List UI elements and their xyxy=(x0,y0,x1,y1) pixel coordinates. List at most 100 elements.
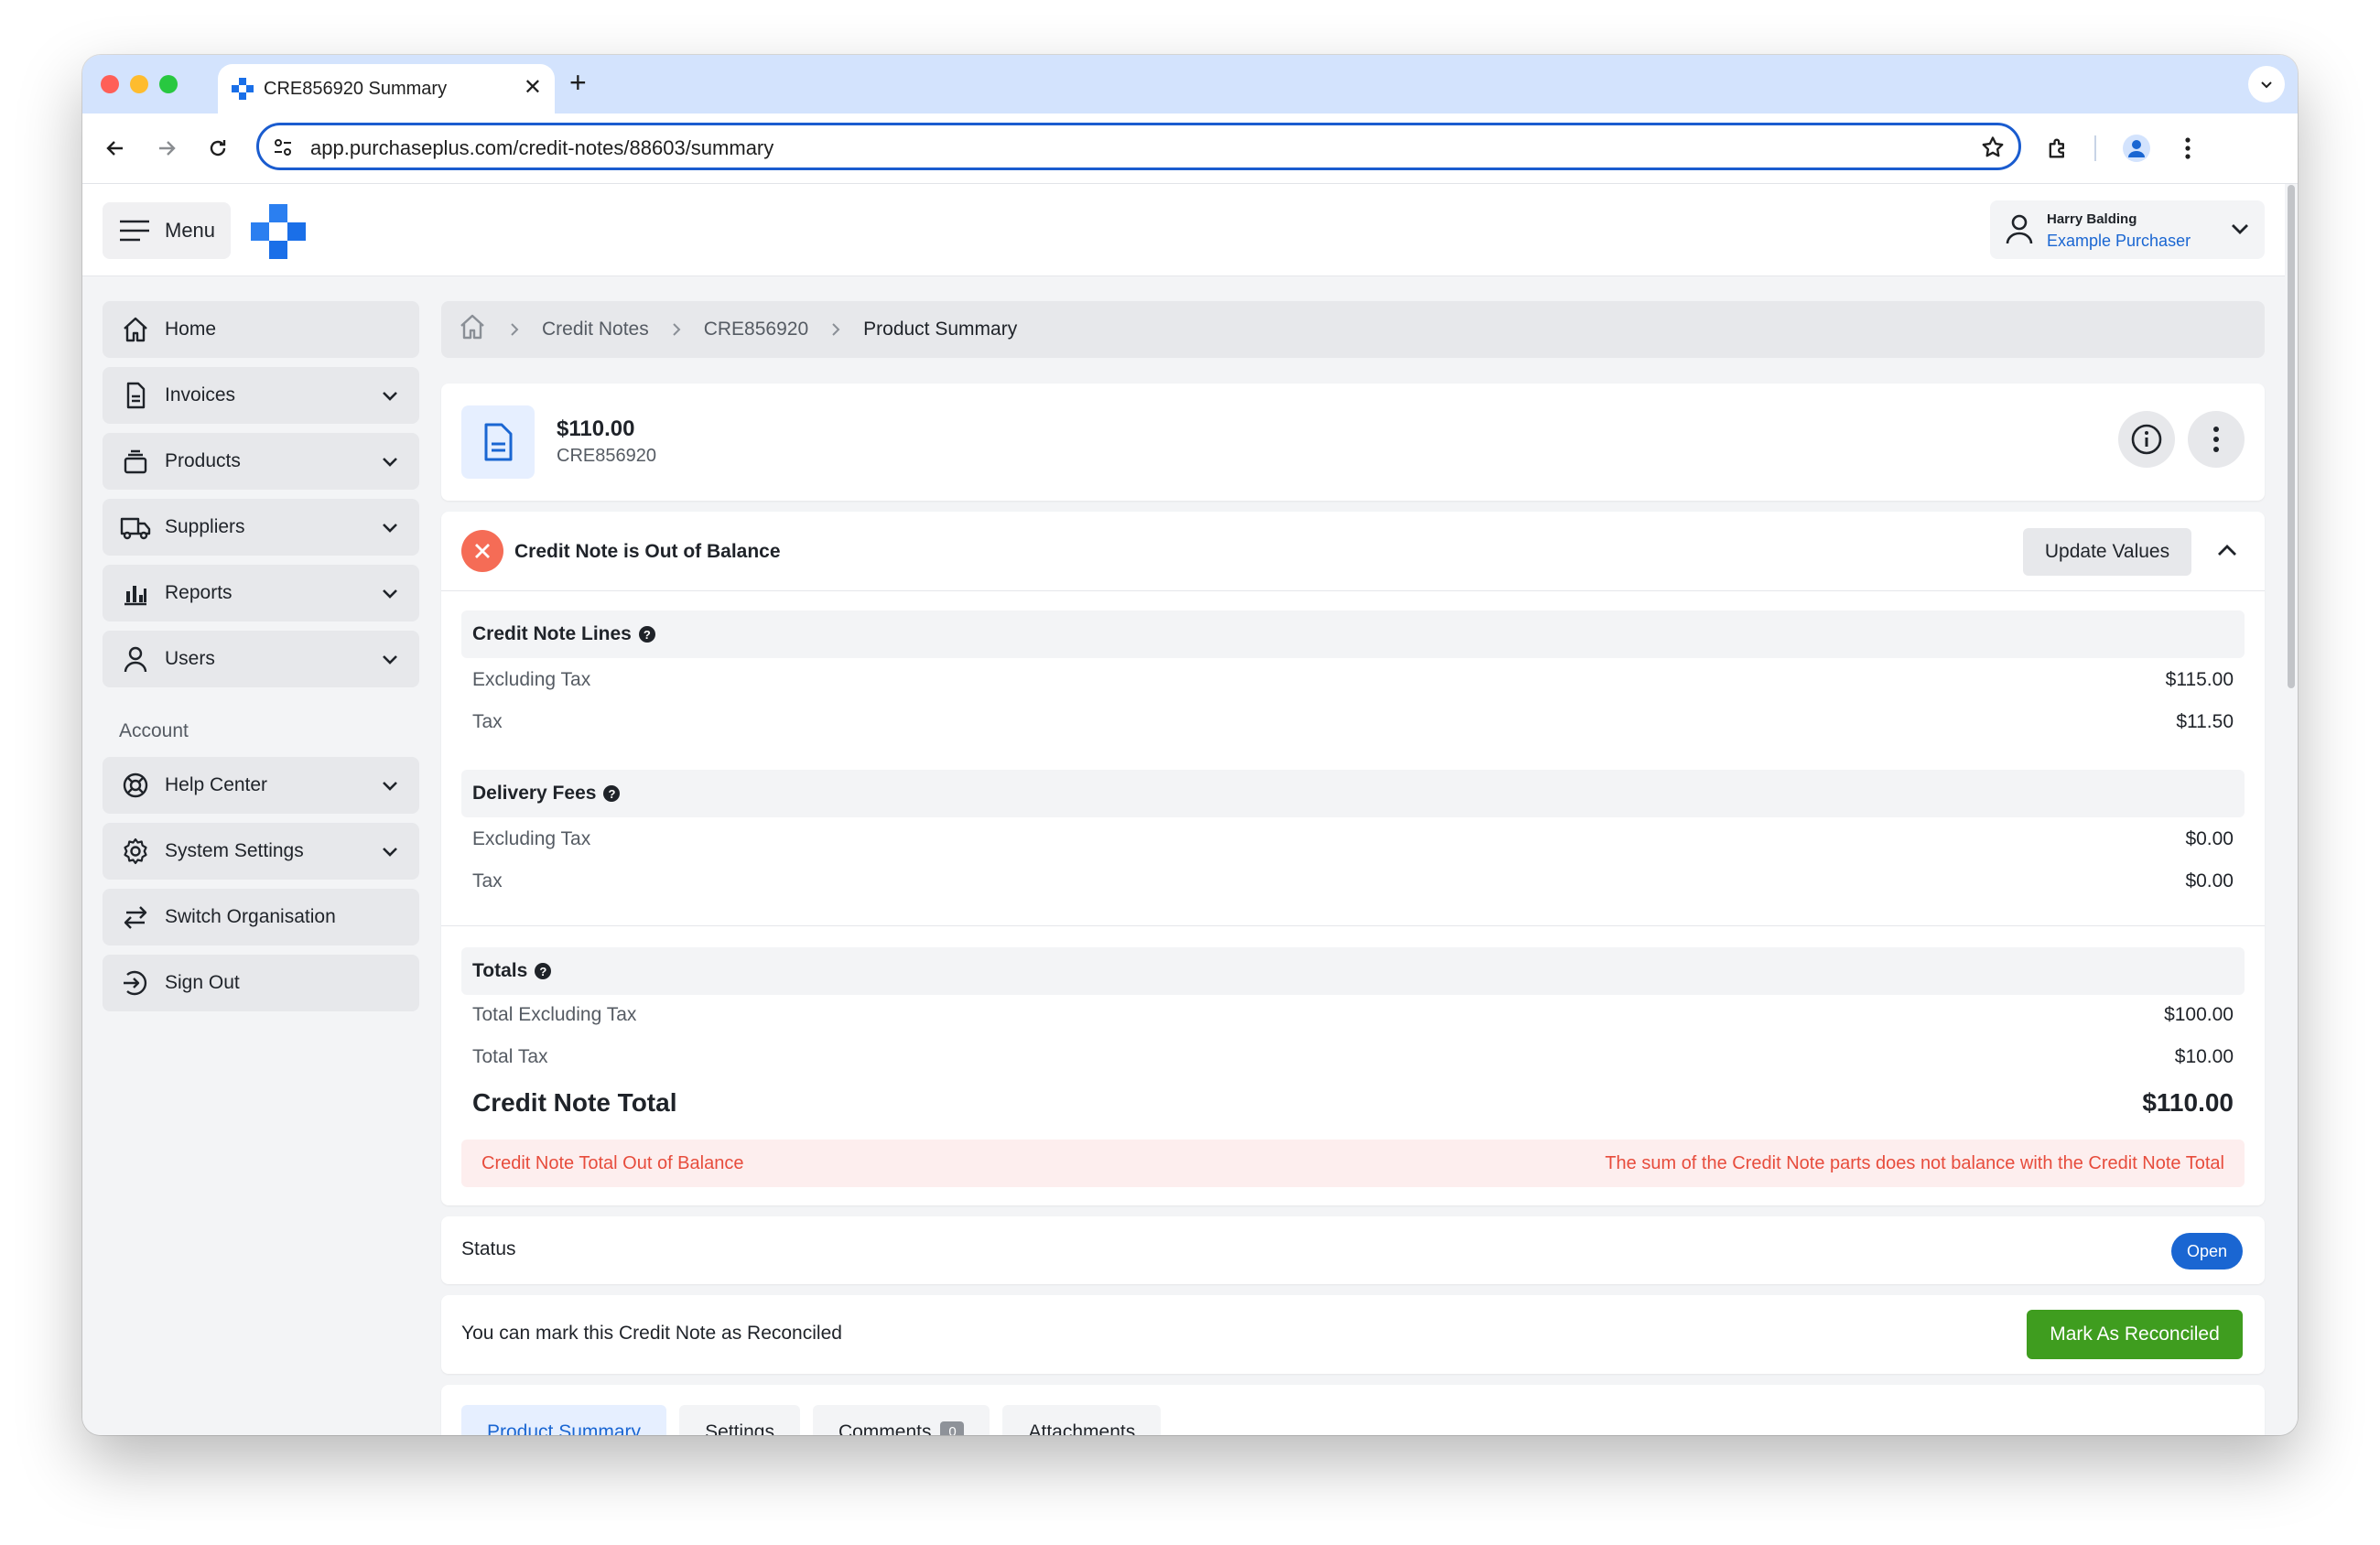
mark-as-reconciled-button[interactable]: Mark As Reconciled xyxy=(2027,1310,2243,1359)
help-icon[interactable]: ? xyxy=(535,963,552,979)
sidebar-item-sign-out[interactable]: Sign Out xyxy=(103,955,419,1011)
bookmark-star-icon[interactable] xyxy=(1980,135,2006,165)
sidebar-item-reports[interactable]: Reports xyxy=(103,565,419,621)
user-icon xyxy=(2005,213,2034,249)
purchaseplus-logo-icon[interactable] xyxy=(251,204,306,264)
hamburger-icon xyxy=(120,220,149,242)
info-icon xyxy=(2131,424,2162,455)
scrollbar-thumb[interactable] xyxy=(2288,185,2295,688)
breadcrumb-credit-note-ref[interactable]: CRE856920 xyxy=(704,319,808,340)
reconcile-card: You can mark this Credit Note as Reconci… xyxy=(441,1295,2265,1374)
profile-button[interactable] xyxy=(2118,130,2155,167)
sidebar-item-invoices[interactable]: Invoices xyxy=(103,367,419,424)
credit-note-total-row: Credit Note Total $110.00 xyxy=(472,1083,2234,1123)
chevron-up-icon[interactable] xyxy=(2213,537,2241,569)
arrow-left-icon xyxy=(106,141,123,156)
chevron-right-icon xyxy=(828,322,843,337)
more-options-button[interactable] xyxy=(2188,411,2245,468)
alert-message: The sum of the Credit Note parts does no… xyxy=(1605,1152,2224,1173)
tab-search-button[interactable] xyxy=(2248,66,2285,103)
list-item: Tax $11.50 xyxy=(472,711,2234,732)
reload-icon xyxy=(210,140,226,157)
chevron-right-icon xyxy=(669,322,684,337)
maximize-window-button[interactable] xyxy=(159,75,178,93)
browser-menu-button[interactable] xyxy=(2169,130,2206,167)
credit-note-summary-card: $110.00 CRE856920 xyxy=(441,384,2265,501)
tab-settings[interactable]: Settings xyxy=(679,1405,800,1435)
sidebar-item-users[interactable]: Users xyxy=(103,631,419,687)
sidebar-item-suppliers[interactable]: Suppliers xyxy=(103,499,419,556)
browser-tab[interactable]: CRE856920 Summary ✕ xyxy=(218,64,555,113)
chevron-down-icon[interactable] xyxy=(377,383,403,408)
sidebar-item-label: Users xyxy=(165,648,215,669)
chevron-down-icon[interactable] xyxy=(377,580,403,606)
tab-close-icon[interactable]: ✕ xyxy=(524,75,542,101)
group-heading-label: Totals xyxy=(472,960,528,981)
credit-note-amount: $110.00 xyxy=(557,416,635,441)
tab-product-summary[interactable]: Product Summary xyxy=(461,1405,667,1435)
toolbar-divider xyxy=(2094,135,2096,161)
help-icon[interactable]: ? xyxy=(603,785,621,802)
switch-icon xyxy=(119,901,152,934)
sidebar-item-label: Invoices xyxy=(165,384,236,405)
document-icon xyxy=(461,405,535,479)
sidebar-item-products[interactable]: Products xyxy=(103,433,419,490)
balance-status-title: Credit Note is Out of Balance xyxy=(514,541,781,562)
sidebar-item-switch-organisation[interactable]: Switch Organisation xyxy=(103,889,419,945)
chevron-down-icon[interactable] xyxy=(377,772,403,798)
home-breadcrumb-icon[interactable] xyxy=(458,312,487,347)
sidebar-item-label: System Settings xyxy=(165,840,304,861)
address-bar[interactable]: app.purchaseplus.com/credit-notes/88603/… xyxy=(256,123,2021,170)
chevron-down-icon[interactable] xyxy=(377,514,403,540)
browser-toolbar: app.purchaseplus.com/credit-notes/88603/… xyxy=(82,113,2298,184)
back-button[interactable] xyxy=(97,130,134,167)
menu-button[interactable]: Menu xyxy=(103,202,231,259)
grand-total-value: $110.00 xyxy=(2142,1088,2234,1117)
chevron-down-icon[interactable] xyxy=(377,448,403,474)
sidebar-item-label: Home xyxy=(165,319,217,340)
alert-title: Credit Note Total Out of Balance xyxy=(481,1152,744,1173)
list-item: Tax $0.00 xyxy=(472,870,2234,891)
puzzle-icon xyxy=(2049,138,2064,158)
tab-label: Product Summary xyxy=(487,1421,642,1435)
tab-comments[interactable]: Comments 0 xyxy=(812,1405,990,1435)
info-button[interactable] xyxy=(2118,411,2175,468)
sidebar-item-system-settings[interactable]: System Settings xyxy=(103,823,419,880)
delivery-fees-heading: Delivery Fees? xyxy=(461,770,2245,817)
tab-label: Comments xyxy=(838,1421,932,1435)
sidebar-item-home[interactable]: Home xyxy=(103,301,419,358)
sidebar-item-help-center[interactable]: Help Center xyxy=(103,757,419,814)
site-info-icon[interactable] xyxy=(272,136,294,163)
list-item: Total Tax $10.00 xyxy=(472,1046,2234,1067)
reload-button[interactable] xyxy=(200,130,236,167)
breadcrumb-credit-notes[interactable]: Credit Notes xyxy=(542,319,649,340)
forward-button[interactable] xyxy=(148,130,185,167)
help-icon[interactable]: ? xyxy=(638,626,655,643)
chevron-right-icon xyxy=(507,322,522,337)
tab-label: Settings xyxy=(705,1421,774,1435)
out-of-balance-alert: Credit Note Total Out of Balance The sum… xyxy=(461,1140,2245,1187)
new-tab-icon[interactable]: + xyxy=(569,66,587,99)
chevron-down-icon xyxy=(2228,217,2252,245)
minimize-window-button[interactable] xyxy=(130,75,148,93)
sidebar-item-label: Reports xyxy=(165,582,233,603)
status-label: Status xyxy=(461,1238,516,1259)
user-menu[interactable]: Harry Balding Example Purchaser xyxy=(1990,200,2265,259)
credit-note-reference: CRE856920 xyxy=(557,446,656,466)
tab-attachments[interactable]: Attachments xyxy=(1002,1405,1162,1435)
totals-heading: Totals? xyxy=(461,947,2245,995)
user-role: Example Purchaser xyxy=(2047,232,2191,250)
close-window-button[interactable] xyxy=(101,75,119,93)
chevron-down-icon[interactable] xyxy=(377,646,403,672)
status-card: Status Open xyxy=(441,1216,2265,1284)
products-icon xyxy=(119,445,152,478)
comments-count-badge: 0 xyxy=(940,1421,965,1435)
extensions-button[interactable] xyxy=(2039,130,2076,167)
kebab-menu-icon xyxy=(2185,137,2191,159)
menu-label: Menu xyxy=(165,219,216,242)
update-values-button[interactable]: Update Values xyxy=(2023,528,2191,576)
chevron-down-icon[interactable] xyxy=(377,838,403,864)
list-item: Excluding Tax $0.00 xyxy=(472,828,2234,849)
home-icon xyxy=(119,313,152,346)
truck-icon xyxy=(119,511,152,544)
